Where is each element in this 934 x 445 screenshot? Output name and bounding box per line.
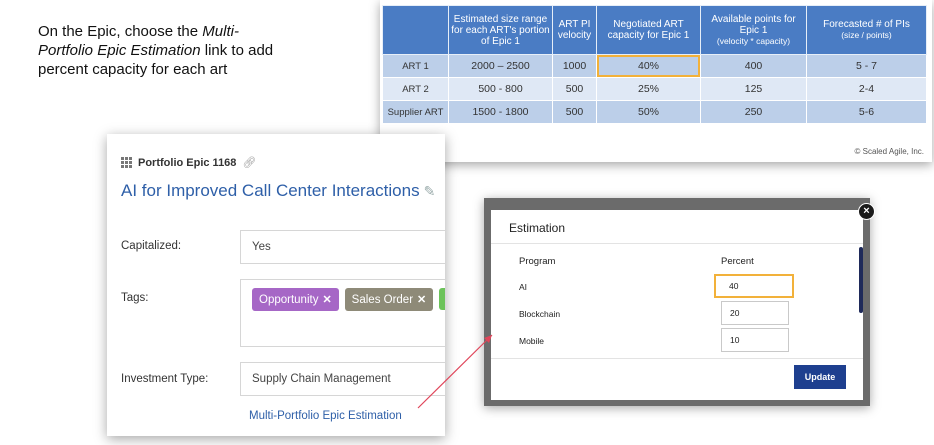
annotation-arrow [417, 334, 493, 409]
arrow-line [417, 334, 493, 409]
